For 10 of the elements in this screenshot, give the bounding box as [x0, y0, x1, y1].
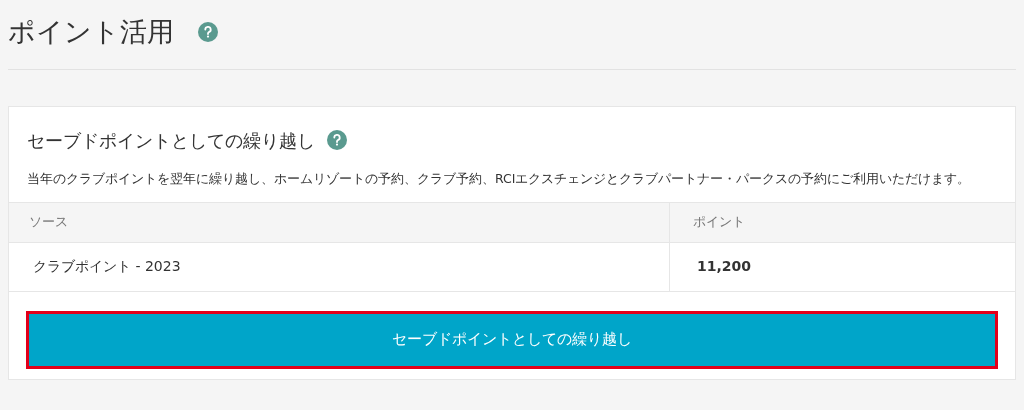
help-icon[interactable]	[198, 22, 218, 43]
description: 当年のクラブポイントを翌年に繰り越し、ホームリゾートの予約、クラブ予約、RCIエクスチェンジとクラブパートナー・パークスの予約にご利用いただけます。	[27, 169, 972, 188]
column-header: ポイント	[670, 201, 1015, 242]
table-cell: クラブポイント - 2023	[9, 241, 670, 292]
page-title: ポイント活用	[8, 15, 174, 49]
column-header: ソース	[9, 201, 670, 242]
card-title: セーブドポイントとしての繰り越し	[27, 128, 315, 153]
carry-over-button[interactable]: セーブドポイントとしての繰り越し	[26, 310, 998, 369]
table-cell: 11,200	[670, 241, 1015, 292]
help-icon[interactable]	[327, 130, 347, 150]
